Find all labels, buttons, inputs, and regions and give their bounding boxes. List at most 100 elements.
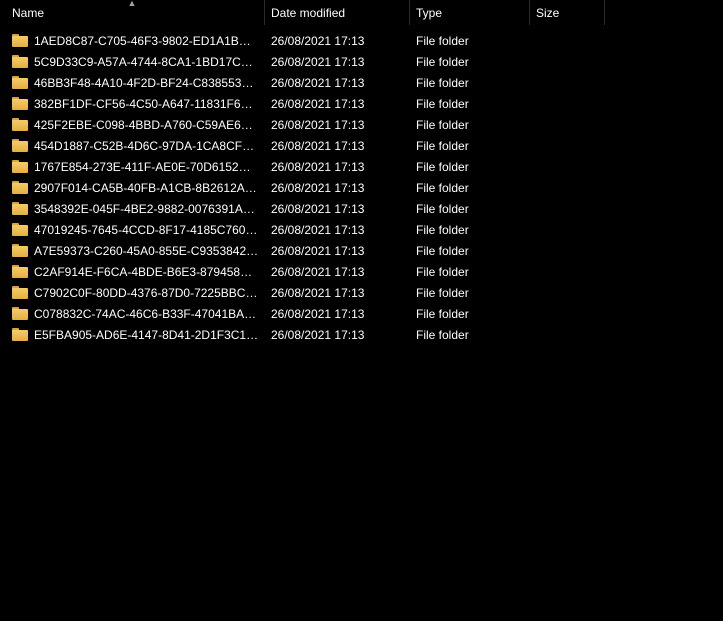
column-header-type-label: Type — [416, 6, 442, 20]
cell-name: C078832C-74AC-46C6-B33F-47041BAED0… — [0, 307, 265, 321]
cell-type: File folder — [410, 55, 530, 69]
table-row[interactable]: C2AF914E-F6CA-4BDE-B6E3-879458E43D… 26/08… — [0, 261, 723, 282]
folder-icon — [12, 202, 28, 215]
folder-icon — [12, 223, 28, 236]
cell-type: File folder — [410, 244, 530, 258]
cell-name: 454D1887-C52B-4D6C-97DA-1CA8CFC02… — [0, 139, 265, 153]
folder-icon — [12, 307, 28, 320]
file-name: E5FBA905-AD6E-4147-8D41-2D1F3C1594… — [34, 328, 259, 342]
folder-icon — [12, 139, 28, 152]
cell-date: 26/08/2021 17:13 — [265, 97, 410, 111]
column-header-date-label: Date modified — [271, 6, 345, 20]
file-name: 382BF1DF-CF56-4C50-A647-11831F650EB… — [34, 97, 259, 111]
column-header-date[interactable]: Date modified — [265, 0, 410, 25]
cell-name: E5FBA905-AD6E-4147-8D41-2D1F3C1594… — [0, 328, 265, 342]
table-row[interactable]: 47019245-7645-4CCD-8F17-4185C760B7B… 26/0… — [0, 219, 723, 240]
table-row[interactable]: 454D1887-C52B-4D6C-97DA-1CA8CFC02… 26/08/… — [0, 135, 723, 156]
file-name: 47019245-7645-4CCD-8F17-4185C760B7B… — [34, 223, 259, 237]
column-header-row: ▲ Name Date modified Type Size — [0, 0, 723, 26]
folder-icon — [12, 76, 28, 89]
cell-date: 26/08/2021 17:13 — [265, 160, 410, 174]
cell-name: 3548392E-045F-4BE2-9882-0076391A0C4… — [0, 202, 265, 216]
cell-type: File folder — [410, 223, 530, 237]
column-header-size-label: Size — [536, 6, 559, 20]
cell-type: File folder — [410, 202, 530, 216]
table-row[interactable]: 5C9D33C9-A57A-4744-8CA1-1BD17C3A7… 26/08/… — [0, 51, 723, 72]
cell-type: File folder — [410, 97, 530, 111]
cell-name: 382BF1DF-CF56-4C50-A647-11831F650EB… — [0, 97, 265, 111]
table-row[interactable]: 382BF1DF-CF56-4C50-A647-11831F650EB… 26/0… — [0, 93, 723, 114]
cell-name: A7E59373-C260-45A0-855E-C935384280E… — [0, 244, 265, 258]
table-row[interactable]: 1767E854-273E-411F-AE0E-70D6152DE66… 26/0… — [0, 156, 723, 177]
cell-date: 26/08/2021 17:13 — [265, 244, 410, 258]
cell-name: 1767E854-273E-411F-AE0E-70D6152DE66… — [0, 160, 265, 174]
folder-icon — [12, 181, 28, 194]
cell-date: 26/08/2021 17:13 — [265, 328, 410, 342]
cell-name: 2907F014-CA5B-40FB-A1CB-8B2612AA92… — [0, 181, 265, 195]
file-name: A7E59373-C260-45A0-855E-C935384280E… — [34, 244, 259, 258]
column-header-size[interactable]: Size — [530, 0, 605, 25]
file-name: 46BB3F48-4A10-4F2D-BF24-C8385539D8E… — [34, 76, 259, 90]
file-name: 425F2EBE-C098-4BBD-A760-C59AE648B0… — [34, 118, 259, 132]
folder-icon — [12, 118, 28, 131]
cell-name: 47019245-7645-4CCD-8F17-4185C760B7B… — [0, 223, 265, 237]
folder-icon — [12, 34, 28, 47]
cell-type: File folder — [410, 160, 530, 174]
file-list: 1AED8C87-C705-46F3-9802-ED1A1BCAC… 26/08/… — [0, 26, 723, 345]
cell-date: 26/08/2021 17:13 — [265, 202, 410, 216]
file-name: C078832C-74AC-46C6-B33F-47041BAED0… — [34, 307, 259, 321]
folder-icon — [12, 160, 28, 173]
cell-date: 26/08/2021 17:13 — [265, 139, 410, 153]
folder-icon — [12, 286, 28, 299]
column-header-name-label: Name — [12, 6, 44, 20]
cell-name: C7902C0F-80DD-4376-87D0-7225BBC2D9… — [0, 286, 265, 300]
column-header-extra[interactable] — [605, 0, 723, 25]
table-row[interactable]: 46BB3F48-4A10-4F2D-BF24-C8385539D8E… 26/0… — [0, 72, 723, 93]
folder-icon — [12, 55, 28, 68]
column-header-type[interactable]: Type — [410, 0, 530, 25]
file-name: 2907F014-CA5B-40FB-A1CB-8B2612AA92… — [34, 181, 259, 195]
cell-type: File folder — [410, 265, 530, 279]
cell-date: 26/08/2021 17:13 — [265, 55, 410, 69]
cell-name: C2AF914E-F6CA-4BDE-B6E3-879458E43D… — [0, 265, 265, 279]
file-name: 3548392E-045F-4BE2-9882-0076391A0C4… — [34, 202, 259, 216]
file-name: 1767E854-273E-411F-AE0E-70D6152DE66… — [34, 160, 259, 174]
cell-name: 46BB3F48-4A10-4F2D-BF24-C8385539D8E… — [0, 76, 265, 90]
cell-date: 26/08/2021 17:13 — [265, 307, 410, 321]
column-header-name[interactable]: ▲ Name — [0, 0, 265, 25]
file-name: C2AF914E-F6CA-4BDE-B6E3-879458E43D… — [34, 265, 259, 279]
cell-type: File folder — [410, 307, 530, 321]
cell-date: 26/08/2021 17:13 — [265, 223, 410, 237]
cell-type: File folder — [410, 118, 530, 132]
folder-icon — [12, 328, 28, 341]
file-name: 1AED8C87-C705-46F3-9802-ED1A1BCAC… — [34, 34, 259, 48]
table-row[interactable]: 2907F014-CA5B-40FB-A1CB-8B2612AA92… 26/08… — [0, 177, 723, 198]
folder-icon — [12, 265, 28, 278]
table-row[interactable]: 3548392E-045F-4BE2-9882-0076391A0C4… 26/0… — [0, 198, 723, 219]
folder-icon — [12, 244, 28, 257]
folder-icon — [12, 97, 28, 110]
file-name: 454D1887-C52B-4D6C-97DA-1CA8CFC02… — [34, 139, 259, 153]
table-row[interactable]: 425F2EBE-C098-4BBD-A760-C59AE648B0… 26/08… — [0, 114, 723, 135]
cell-type: File folder — [410, 139, 530, 153]
cell-type: File folder — [410, 286, 530, 300]
table-row[interactable]: C7902C0F-80DD-4376-87D0-7225BBC2D9…26/08… — [0, 282, 723, 303]
cell-type: File folder — [410, 328, 530, 342]
table-row[interactable]: C078832C-74AC-46C6-B33F-47041BAED0… 26/08… — [0, 303, 723, 324]
table-row[interactable]: A7E59373-C260-45A0-855E-C935384280E… 26/0… — [0, 240, 723, 261]
file-name: C7902C0F-80DD-4376-87D0-7225BBC2D9… — [34, 286, 259, 300]
cell-date: 26/08/2021 17:13 — [265, 76, 410, 90]
cell-date: 26/08/2021 17:13 — [265, 181, 410, 195]
file-name: 5C9D33C9-A57A-4744-8CA1-1BD17C3A7… — [34, 55, 259, 69]
cell-name: 425F2EBE-C098-4BBD-A760-C59AE648B0… — [0, 118, 265, 132]
cell-date: 26/08/2021 17:13 — [265, 118, 410, 132]
sort-ascending-icon: ▲ — [128, 0, 137, 8]
table-row[interactable]: 1AED8C87-C705-46F3-9802-ED1A1BCAC… 26/08/… — [0, 30, 723, 51]
cell-name: 1AED8C87-C705-46F3-9802-ED1A1BCAC… — [0, 34, 265, 48]
cell-name: 5C9D33C9-A57A-4744-8CA1-1BD17C3A7… — [0, 55, 265, 69]
cell-date: 26/08/2021 17:13 — [265, 265, 410, 279]
cell-type: File folder — [410, 76, 530, 90]
cell-type: File folder — [410, 34, 530, 48]
table-row[interactable]: E5FBA905-AD6E-4147-8D41-2D1F3C1594… 26/08… — [0, 324, 723, 345]
cell-date: 26/08/2021 17:13 — [265, 34, 410, 48]
